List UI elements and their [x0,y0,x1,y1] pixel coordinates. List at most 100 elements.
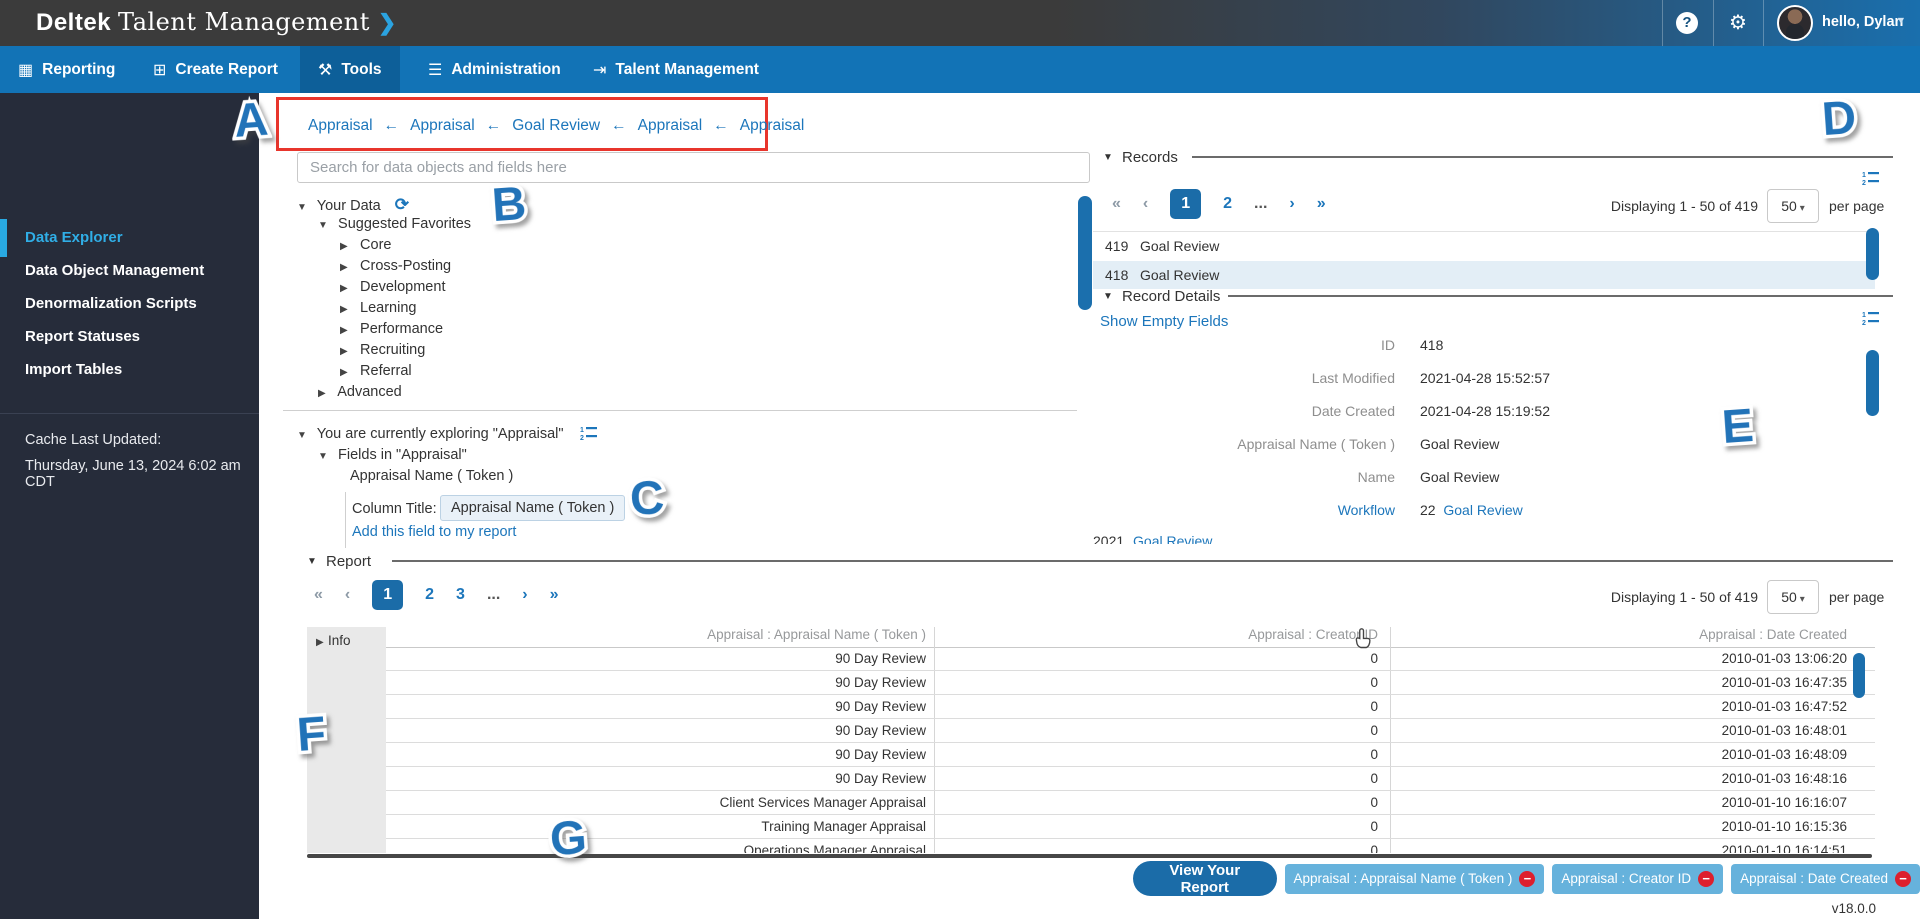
horizontal-scrollbar[interactable] [307,854,1872,858]
help-icon[interactable]: ? [1676,12,1698,34]
tree-item-core[interactable]: ▶ Core [340,237,391,253]
report-table-body: 90 Day Review 0 2010-01-03 13:06:20 90 D… [386,647,1875,853]
last-page-button[interactable]: » [1317,195,1326,213]
records-list-scrollbar[interactable] [1866,228,1879,280]
nav-item-administration[interactable]: ☰ Administration [410,46,579,93]
report-table-scrollbar[interactable] [1853,653,1865,698]
avatar[interactable] [1777,5,1813,41]
cell-creator-id: 0 [944,795,1378,810]
sidebar-item-data-explorer[interactable]: Data Explorer [0,221,259,255]
user-menu-caret-icon[interactable]: ▾ [1898,13,1904,27]
breadcrumb-item[interactable]: Appraisal [638,117,703,134]
tree-item-cross-posting[interactable]: ▶ Cross-Posting [340,258,451,274]
show-empty-fields-link[interactable]: Show Empty Fields [1100,313,1228,330]
breadcrumb-item[interactable]: Appraisal [740,117,805,134]
info-expander[interactable]: ▶Info [316,633,351,648]
page-button-1[interactable]: 1 [372,580,403,610]
cell-date-created: 2010-01-03 16:48:16 [1400,771,1847,786]
field-chip-date-created[interactable]: Appraisal : Date Created − [1731,864,1920,894]
tree-item-advanced[interactable]: ▶ Advanced [318,384,402,400]
next-page-button[interactable]: › [522,586,527,604]
tree-item-suggested-favorites[interactable]: ▼ Suggested Favorites [318,216,471,232]
tree-item-referral[interactable]: ▶ Referral [340,363,412,379]
header-separator [1763,0,1764,46]
gear-icon[interactable]: ⚙ [1729,10,1747,35]
numbered-list-icon[interactable]: 1 2 [580,426,598,441]
last-page-button[interactable]: » [550,586,559,604]
search-input[interactable] [297,152,1090,183]
breadcrumb-item[interactable]: Appraisal [410,117,475,134]
detail-label-id: ID [1095,337,1395,353]
table-row[interactable]: 90 Day Review 0 2010-01-03 16:48:01 [386,719,1875,743]
report-section-title: Report [326,553,371,570]
prev-page-button[interactable]: ‹ [345,586,350,604]
column-header-creator-id[interactable]: Appraisal : Creator ID [944,627,1378,647]
records-collapse-caret-icon[interactable]: ▼ [1103,152,1113,163]
currently-exploring-row[interactable]: ▼ You are currently exploring "Appraisal… [297,426,598,442]
table-row[interactable]: 90 Day Review 0 2010-01-03 16:47:52 [386,695,1875,719]
chevron-right-icon: ▶ [340,262,356,273]
column-title-value-chip[interactable]: Appraisal Name ( Token ) [440,495,625,521]
add-field-to-report-link[interactable]: Add this field to my report [352,524,516,540]
records-per-page-select[interactable]: 50▾ [1767,189,1819,223]
column-header-appraisal-name[interactable]: Appraisal : Appraisal Name ( Token ) [395,627,926,647]
column-header-date-created[interactable]: Appraisal : Date Created [1400,627,1847,647]
workflow-link[interactable]: Goal Review [1443,502,1522,518]
remove-field-icon[interactable]: − [1698,871,1714,887]
tree-item-your-data[interactable]: ▼ Your Data ⟳ [297,195,409,215]
page-button-1[interactable]: 1 [1170,189,1201,219]
field-chip-appraisal-name[interactable]: Appraisal : Appraisal Name ( Token ) − [1285,864,1545,894]
annotation-letter-b: B [490,175,528,232]
table-row[interactable]: 90 Day Review 0 2010-01-03 13:06:20 [386,647,1875,671]
prev-page-button[interactable]: ‹ [1143,195,1148,213]
sidebar-item-data-object-management[interactable]: Data Object Management [0,254,259,288]
table-row[interactable]: Client Services Manager Appraisal 0 2010… [386,791,1875,815]
table-row[interactable]: 90 Day Review 0 2010-01-03 16:48:16 [386,767,1875,791]
nav-item-reporting[interactable]: ▦ Reporting [0,46,133,93]
tree-item-development[interactable]: ▶ Development [340,279,445,295]
view-your-report-button[interactable]: View Your Report [1133,861,1277,896]
field-chip-creator-id[interactable]: Appraisal : Creator ID − [1552,864,1723,894]
remove-field-icon[interactable]: − [1519,871,1535,887]
page-button-3[interactable]: 3 [456,586,465,604]
tree-item-performance[interactable]: ▶ Performance [340,321,443,337]
tree-item-recruiting[interactable]: ▶ Recruiting [340,342,425,358]
user-greeting[interactable]: hello, Dylan [1822,14,1903,30]
top-header-bar: DeltekTalent Management❯ ? ⚙ hello, Dyla… [0,0,1920,46]
remove-field-icon[interactable]: − [1895,871,1911,887]
table-row[interactable]: 90 Day Review 0 2010-01-03 16:48:09 [386,743,1875,767]
record-details-collapse-caret-icon[interactable]: ▼ [1103,291,1113,302]
cell-appraisal-name: Client Services Manager Appraisal [395,795,926,810]
nav-item-create-report[interactable]: ⊞ Create Report [135,46,296,93]
page-button-2[interactable]: 2 [1223,195,1232,213]
record-row-419[interactable]: 419 Goal Review [1093,232,1875,260]
page-button-2[interactable]: 2 [425,586,434,604]
sidebar-item-report-statuses[interactable]: Report Statuses [0,320,259,354]
explorer-scrollbar[interactable] [1078,196,1092,310]
sidebar-item-denormalization-scripts[interactable]: Denormalization Scripts [0,287,259,321]
record-row-418-selected[interactable]: 418 Goal Review [1093,261,1875,289]
refresh-icon[interactable]: ⟳ [395,195,409,214]
tree-item-learning[interactable]: ▶ Learning [340,300,416,316]
report-collapse-caret-icon[interactable]: ▼ [307,556,317,567]
table-row-clipped[interactable]: Operations Manager Appraisal 0 2010-01-1… [386,839,1875,853]
next-page-button[interactable]: › [1289,195,1294,213]
nav-item-tools[interactable]: ⚒ Tools [300,46,400,93]
breadcrumb-item[interactable]: Goal Review [512,117,600,134]
field-appraisal-name-token[interactable]: Appraisal Name ( Token ) [350,468,513,484]
report-per-page-select[interactable]: 50▾ [1767,580,1819,614]
sidebar-item-import-tables[interactable]: Import Tables [0,353,259,387]
table-row[interactable]: Training Manager Appraisal 0 2010-01-10 … [386,815,1875,839]
chevron-down-icon: ▼ [297,430,313,441]
fields-in-appraisal-row[interactable]: ▼ Fields in "Appraisal" [318,447,467,463]
numbered-list-icon[interactable]: 1 2 [1862,171,1880,186]
numbered-list-icon[interactable]: 1 2 [1862,311,1880,326]
cell-creator-id: 0 [944,651,1378,666]
breadcrumb-item[interactable]: Appraisal [308,117,373,134]
first-page-button[interactable]: « [314,586,323,604]
nav-item-talent-management[interactable]: ⇥ Talent Management [575,46,777,93]
record-details-scrollbar[interactable] [1866,350,1879,416]
first-page-button[interactable]: « [1112,195,1121,213]
table-row[interactable]: 90 Day Review 0 2010-01-03 16:47:35 [386,671,1875,695]
detail-label-workflow-link[interactable]: Workflow [1095,502,1395,518]
